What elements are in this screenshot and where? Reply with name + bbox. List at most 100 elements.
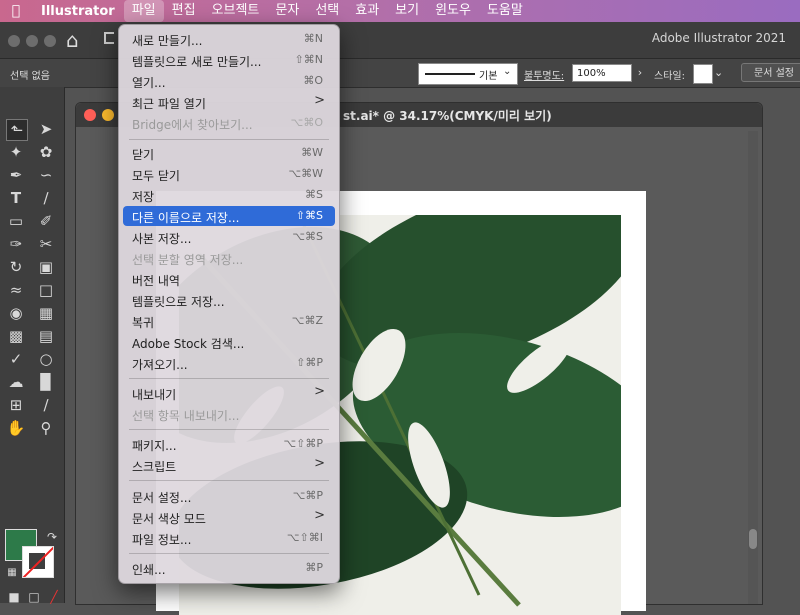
opacity-label[interactable]: 불투명도: (524, 67, 564, 82)
chevron-right-icon[interactable]: › (633, 64, 647, 82)
rectangle-tool-icon[interactable]: ▭ (6, 211, 26, 231)
system-menu-bar:  Illustrator 파일 편집 오브젝트 문자 선택 효과 보기 윈도우… (0, 0, 800, 22)
chevron-down-icon[interactable]: ⌄ (714, 64, 723, 82)
menu-item-revert[interactable]: 복귀 ⌥⌘Z (123, 311, 335, 331)
menu-item-document-color-mode[interactable]: 문서 색상 모드 > (123, 507, 335, 527)
free-transform-icon[interactable]: □ (36, 280, 56, 300)
menu-item-open[interactable]: 열기... ⌘O (123, 71, 335, 91)
doc-close-button[interactable] (84, 109, 96, 121)
blend-tool-icon[interactable]: ○ (36, 349, 56, 369)
app-menu[interactable]: Illustrator (32, 4, 124, 19)
color-mode-icon[interactable]: ■ (4, 587, 24, 607)
hand-tool-icon[interactable]: ✋ (6, 418, 26, 438)
menu-item-save-selected-slices: 선택 분할 영역 저장... (132, 253, 244, 267)
lasso-icon[interactable]: ✿ (36, 142, 56, 162)
workspace-icon[interactable] (104, 32, 114, 44)
apple-icon[interactable]:  (0, 3, 32, 19)
shaper-tool-icon[interactable]: ✑ (6, 234, 26, 254)
document-setup-button[interactable]: 문서 설정 (741, 63, 800, 82)
menu-object[interactable]: 오브젝트 (204, 0, 268, 22)
menu-item-open-recent[interactable]: 최근 파일 열기 > (123, 92, 335, 112)
direct-selection-tool-icon[interactable]: ➤ (36, 119, 56, 139)
magic-wand-icon[interactable]: ✦ (6, 142, 26, 162)
menu-item-file-info[interactable]: 파일 정보... ⌥⇧⌘I (123, 528, 335, 548)
menu-item-close[interactable]: 닫기 ⌘W (123, 143, 335, 163)
menu-item-package[interactable]: 패키지... ⌥⇧⌘P (123, 434, 335, 454)
eyedropper-icon[interactable]: ✓ (6, 349, 26, 369)
menu-item-export-selection: 선택 항목 내보내기... (132, 409, 240, 423)
zoom-window-button[interactable] (44, 35, 56, 47)
style-swatch[interactable] (693, 64, 713, 84)
shape-builder-icon[interactable]: ◉ (6, 303, 26, 323)
chevron-right-icon: > (314, 508, 325, 523)
menu-item-save-as[interactable]: 다른 이름으로 저장... ⇧⌘S (123, 206, 335, 226)
menu-window[interactable]: 윈도우 (427, 0, 479, 22)
chevron-down-icon[interactable]: ⌄ (503, 66, 511, 77)
menu-item-export[interactable]: 내보내기 > (123, 383, 335, 403)
menu-separator (129, 480, 329, 481)
swap-colors-icon[interactable]: ↷ (42, 527, 62, 547)
chevron-right-icon: > (314, 93, 325, 108)
menu-help[interactable]: 도움말 (479, 0, 531, 22)
scissors-icon[interactable]: ✂ (36, 234, 56, 254)
menu-item-scripts[interactable]: 스크립트 > (123, 455, 335, 475)
application-title: Adobe Illustrator 2021 (651, 31, 786, 45)
menu-effect[interactable]: 효과 (347, 0, 387, 22)
menu-view[interactable]: 보기 (387, 0, 427, 22)
menu-item-print[interactable]: 인쇄... ⌘P (123, 558, 335, 578)
document-title: st.ai* @ 34.17%(CMYK/미리 보기) (343, 109, 552, 123)
menu-item-document-setup[interactable]: 문서 설정... ⌥⌘P (123, 486, 335, 506)
column-graph-icon[interactable]: ▉ (36, 372, 56, 392)
tools-panel: ⬑ ➤ ✦ ✿ ✒ ∽ T ∕ ▭ ✐ ✑ ✂ ↻ ▣ ≈ □ ◉ ▦ ▩ ▤ … (0, 87, 65, 604)
none-mode-icon[interactable]: ╱ (44, 587, 64, 607)
gradient-mode-icon[interactable]: □ (24, 587, 44, 607)
doc-minimize-button[interactable] (102, 109, 114, 121)
vertical-scrollbar[interactable] (748, 131, 758, 604)
curvature-tool-icon[interactable]: ∽ (36, 165, 56, 185)
perspective-grid-icon[interactable]: ▦ (36, 303, 56, 323)
mesh-tool-icon[interactable]: ▩ (6, 326, 26, 346)
pen-tool-icon[interactable]: ✒ (6, 165, 26, 185)
scrollbar-thumb[interactable] (749, 529, 757, 549)
warp-tool-icon[interactable]: ≈ (6, 280, 26, 300)
menu-item-search-adobe-stock[interactable]: Adobe Stock 검색... (123, 332, 335, 352)
minimize-window-button[interactable] (26, 35, 38, 47)
menu-item-version-history[interactable]: 버전 내역 (123, 269, 335, 289)
menu-file[interactable]: 파일 (123, 0, 164, 22)
stroke-profile-label: 기본 (479, 71, 498, 82)
file-menu-dropdown: 새로 만들기... ⌘N 템플릿으로 새로 만들기... ⇧⌘N 열기... ⌘O 최… (118, 24, 340, 584)
scale-tool-icon[interactable]: ▣ (36, 257, 56, 277)
gradient-tool-icon[interactable]: ▤ (36, 326, 56, 346)
menu-item-new[interactable]: 새로 만들기... ⌘N (123, 29, 335, 49)
rotate-tool-icon[interactable]: ↻ (6, 257, 26, 277)
menu-separator (129, 378, 329, 379)
default-colors-icon[interactable]: ▦ (2, 563, 22, 583)
menu-type[interactable]: 문자 (267, 0, 307, 22)
artboard-tool-icon[interactable]: ⊞ (6, 395, 26, 415)
menu-item-place[interactable]: 가져오기... ⇧⌘P (123, 353, 335, 373)
chevron-right-icon: > (314, 456, 325, 471)
menu-item-save-copy[interactable]: 사본 저장... ⌥⌘S (123, 227, 335, 247)
menu-edit[interactable]: 편집 (164, 0, 204, 22)
selection-status: 선택 없음 (10, 71, 50, 82)
menu-item-save-as-template[interactable]: 템플릿으로 저장... (123, 290, 335, 310)
chevron-right-icon: > (314, 384, 325, 399)
zoom-tool-icon[interactable]: ⚲ (36, 418, 56, 438)
menu-item-new-from-template[interactable]: 템플릿으로 새로 만들기... ⇧⌘N (123, 50, 335, 70)
slice-tool-icon[interactable]: ∕ (36, 395, 56, 415)
menu-item-save[interactable]: 저장 ⌘S (123, 185, 335, 205)
paintbrush-icon[interactable]: ✐ (36, 211, 56, 231)
opacity-input[interactable]: 100% (572, 64, 632, 82)
line-tool-icon[interactable]: ∕ (36, 188, 56, 208)
stroke-line-preview (425, 73, 475, 75)
symbol-sprayer-icon[interactable]: ☁ (6, 372, 26, 392)
close-window-button[interactable] (8, 35, 20, 47)
menu-select[interactable]: 선택 (307, 0, 347, 22)
menu-separator (129, 139, 329, 140)
selection-tool-icon[interactable]: ⬑ (6, 119, 28, 141)
stroke-color-swatch[interactable] (22, 546, 54, 578)
menu-item-close-all[interactable]: 모두 닫기 ⌥⌘W (123, 164, 335, 184)
stroke-profile-select[interactable]: 기본 ⌄ (418, 63, 518, 85)
type-tool-icon[interactable]: T (6, 188, 26, 208)
home-icon[interactable]: ⌂ (66, 28, 79, 52)
